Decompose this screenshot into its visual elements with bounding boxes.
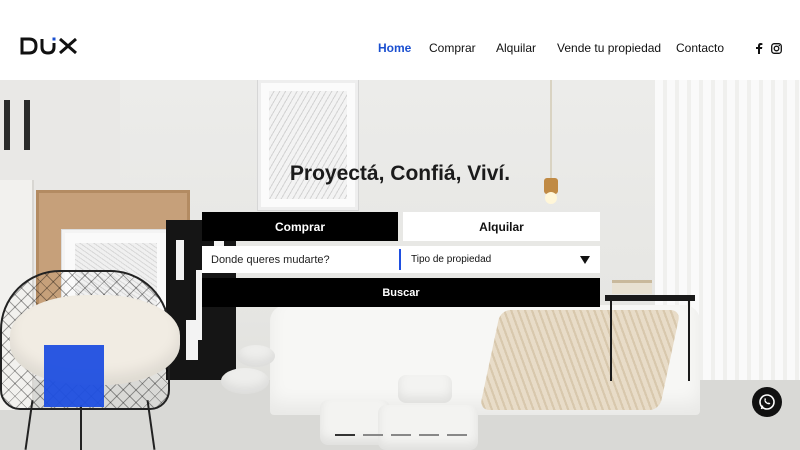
site-header: Home Comprar Alquilar Vende tu propiedad… <box>0 0 800 80</box>
side-table-leg <box>610 301 612 381</box>
tab-alquilar[interactable]: Alquilar <box>403 212 600 241</box>
framed-map-top <box>258 80 358 210</box>
property-type-select[interactable]: Tipo de propiedad <box>402 246 600 273</box>
nav-alquilar[interactable]: Alquilar <box>496 41 536 55</box>
slide-dot[interactable] <box>363 434 383 436</box>
search-button[interactable]: Buscar <box>202 278 600 307</box>
stool <box>378 405 478 450</box>
candle <box>24 100 30 150</box>
search-row: Tipo de propiedad <box>202 246 600 273</box>
slide-dot[interactable] <box>391 434 411 436</box>
facebook-icon[interactable] <box>755 41 763 59</box>
nav-vende-tu-propiedad[interactable]: Vende tu propiedad <box>557 41 661 55</box>
instagram-icon[interactable] <box>771 41 782 59</box>
nav-comprar[interactable]: Comprar <box>429 41 476 55</box>
logo[interactable] <box>20 36 78 56</box>
hero-title: Proyectá, Confiá, Viví. <box>289 162 511 185</box>
field-divider <box>399 249 401 270</box>
nav-home[interactable]: Home <box>378 41 411 55</box>
nav-contacto[interactable]: Contacto <box>676 41 724 55</box>
books-stack <box>612 280 652 294</box>
slide-dot[interactable] <box>419 434 439 436</box>
side-table <box>605 295 695 301</box>
blue-accent-square <box>44 345 104 407</box>
whatsapp-icon <box>759 394 775 410</box>
knit-throw <box>479 310 681 410</box>
slide-dot[interactable] <box>447 434 467 436</box>
chevron-down-icon <box>580 256 590 264</box>
basket <box>398 375 452 403</box>
property-type-label: Tipo de propiedad <box>411 254 492 265</box>
chair-leg <box>80 405 82 450</box>
location-search-input[interactable] <box>202 246 398 273</box>
slider-pagination <box>335 434 467 436</box>
whatsapp-button[interactable] <box>752 387 782 417</box>
slide-dot[interactable] <box>335 434 355 436</box>
side-table-leg <box>688 301 690 381</box>
candle <box>4 100 10 150</box>
tab-comprar[interactable]: Comprar <box>202 212 398 241</box>
pouf <box>221 368 269 394</box>
pouf <box>237 345 275 367</box>
lamp-bulb <box>545 192 557 204</box>
